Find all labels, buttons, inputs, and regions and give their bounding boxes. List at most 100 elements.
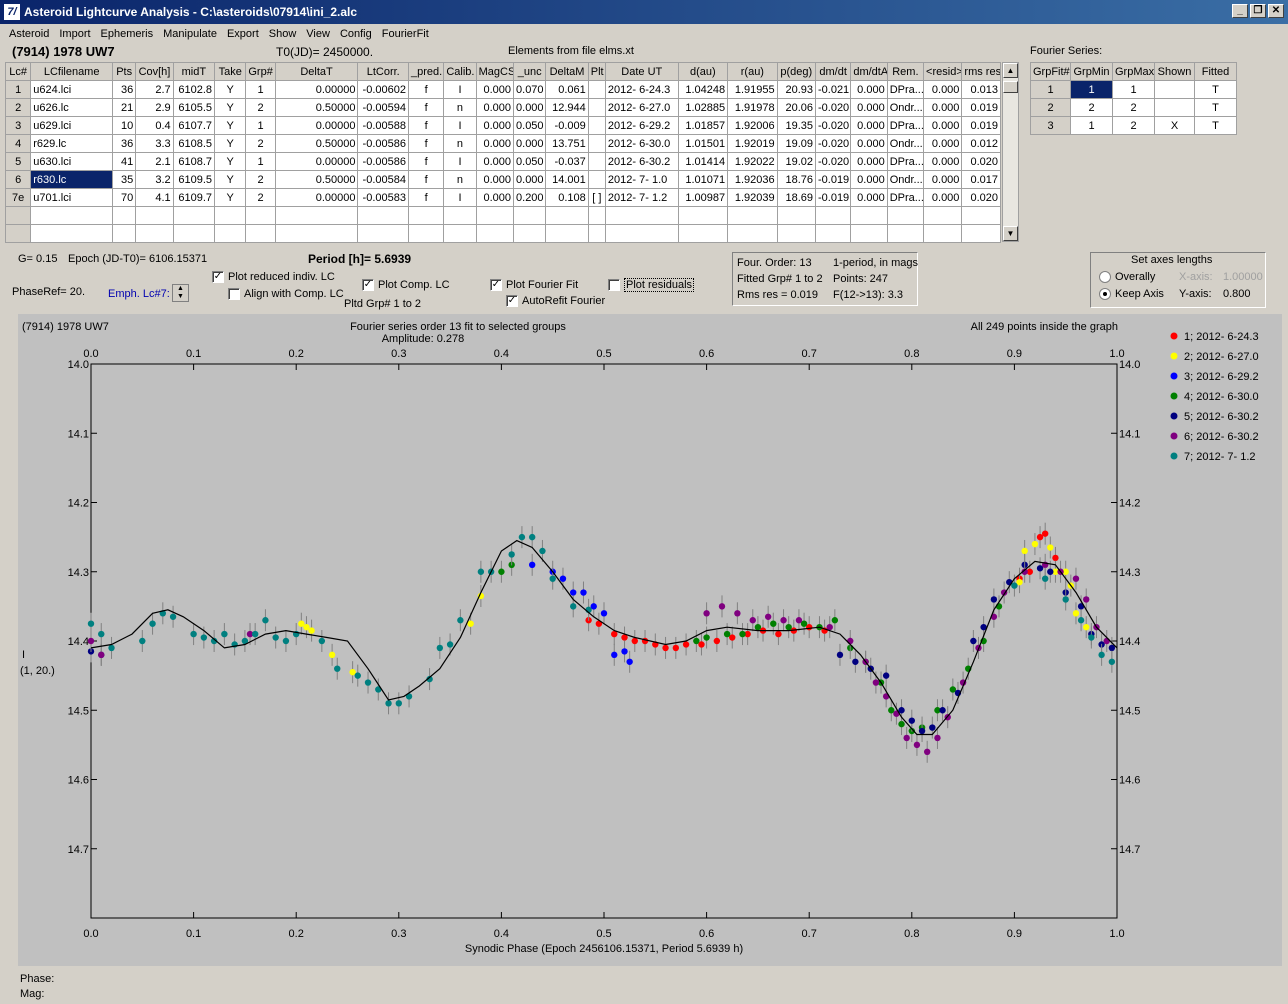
table-cell[interactable] — [677, 224, 729, 243]
table-cell[interactable]: 2012- 6-29.2 — [604, 116, 679, 135]
table-cell[interactable]: 6108.5 — [172, 134, 216, 153]
table-cell[interactable]: f — [407, 116, 445, 135]
table-cell[interactable] — [587, 134, 606, 153]
table-cell[interactable] — [245, 206, 276, 225]
table-cell[interactable] — [587, 206, 606, 225]
table-cell[interactable]: 6109.7 — [172, 188, 216, 207]
table-cell[interactable]: 0.013 — [961, 80, 1001, 99]
table-cell[interactable] — [4, 224, 32, 243]
close-icon[interactable]: ✕ — [1268, 4, 1284, 18]
table-cell[interactable]: 0.000 — [475, 152, 515, 171]
table-cell[interactable] — [604, 206, 679, 225]
table-cell[interactable]: f — [407, 80, 445, 99]
menu-view[interactable]: View — [301, 28, 335, 40]
fourier-cell[interactable]: T — [1194, 80, 1237, 99]
table-cell[interactable]: -0.00594 — [357, 98, 409, 117]
table-cell[interactable]: I — [443, 116, 477, 135]
table-cell[interactable]: 1 — [245, 116, 276, 135]
table-cell[interactable] — [604, 224, 679, 243]
plot-fourier-checkbox[interactable]: ✓ Plot Fourier Fit — [490, 279, 578, 292]
table-cell[interactable]: -0.021 — [814, 80, 852, 99]
table-cell[interactable] — [274, 206, 359, 225]
table-cell[interactable]: 41 — [112, 152, 137, 171]
table-cell[interactable]: 2.1 — [135, 152, 174, 171]
table-cell[interactable]: 0.000 — [923, 98, 963, 117]
table-cell[interactable] — [961, 224, 1001, 243]
column-header[interactable]: Grp# — [245, 62, 276, 81]
table-cell[interactable]: -0.020 — [814, 134, 852, 153]
plot-comp-checkbox[interactable]: ✓ Plot Comp. LC — [362, 279, 450, 292]
table-cell[interactable]: 20.06 — [776, 98, 816, 117]
table-cell[interactable]: 0.050 — [513, 152, 547, 171]
table-cell[interactable] — [923, 224, 963, 243]
table-cell[interactable] — [443, 206, 477, 225]
table-cell[interactable] — [587, 224, 606, 243]
table-cell[interactable]: Ondr... — [886, 170, 925, 189]
table-cell[interactable] — [850, 224, 888, 243]
table-cell[interactable]: -0.019 — [814, 170, 852, 189]
table-cell[interactable]: 1.00987 — [677, 188, 729, 207]
table-cell[interactable]: 1.92039 — [727, 188, 778, 207]
table-cell[interactable]: 2 — [245, 134, 276, 153]
y-axis-value[interactable]: 0.800 — [1223, 288, 1251, 300]
table-cell[interactable]: 0.000 — [850, 80, 888, 99]
table-cell[interactable]: 1.92022 — [727, 152, 778, 171]
table-cell[interactable]: [ ] — [587, 188, 606, 207]
table-cell[interactable]: 0.000 — [475, 80, 515, 99]
table-cell[interactable]: 20.93 — [776, 80, 816, 99]
column-header[interactable]: dm/dtA — [850, 62, 888, 81]
fourier-row[interactable]: 312XT — [1030, 116, 1237, 135]
table-cell[interactable]: 10 — [112, 116, 137, 135]
table-row[interactable]: 5 u630.lci 41 2.1 6108.7 Y 1 0.00000 -0.00586 f I 0… — [4, 152, 1001, 171]
table-cell[interactable]: -0.00602 — [357, 80, 409, 99]
table-cell[interactable]: 1.91955 — [727, 80, 778, 99]
column-header[interactable]: _unc — [513, 62, 547, 81]
table-cell[interactable] — [407, 206, 445, 225]
column-header[interactable]: DeltaM — [545, 62, 589, 81]
menu-show[interactable]: Show — [264, 28, 302, 40]
table-cell[interactable]: 0.000 — [513, 134, 547, 153]
table-cell[interactable]: f — [407, 134, 445, 153]
table-cell[interactable]: 0.000 — [513, 170, 547, 189]
overally-radio[interactable]: Overally — [1099, 271, 1155, 284]
table-cell[interactable]: -0.009 — [545, 116, 589, 135]
table-row[interactable]: 2 u626.lc 21 2.9 6105.5 Y 2 0.50000 -0.00594 f n 0.… — [4, 98, 1001, 117]
table-cell[interactable]: 70 — [112, 188, 137, 207]
table-cell[interactable] — [214, 206, 247, 225]
table-cell[interactable] — [677, 206, 729, 225]
column-header[interactable]: <resid> — [923, 62, 963, 81]
table-cell[interactable]: f — [407, 170, 445, 189]
table-cell[interactable]: 2012- 6-30.0 — [604, 134, 679, 153]
table-cell[interactable]: 0.000 — [923, 134, 963, 153]
table-cell[interactable]: 6108.7 — [172, 152, 216, 171]
table-cell[interactable]: Ondr... — [886, 134, 925, 153]
table-cell[interactable] — [274, 224, 359, 243]
column-header[interactable]: LCfilename — [30, 62, 114, 81]
table-cell[interactable]: 12.944 — [545, 98, 589, 117]
table-cell[interactable]: 2012- 7- 1.2 — [604, 188, 679, 207]
table-cell[interactable]: 2.7 — [135, 80, 174, 99]
table-cell[interactable]: u701.lci — [30, 188, 114, 207]
table-cell[interactable]: f — [407, 152, 445, 171]
table-cell[interactable]: 0.000 — [850, 152, 888, 171]
table-cell[interactable]: 0.000 — [850, 134, 888, 153]
menu-config[interactable]: Config — [335, 28, 377, 40]
table-cell[interactable]: f — [407, 98, 445, 117]
empty-row[interactable] — [4, 206, 1001, 225]
scroll-thumb[interactable] — [1003, 81, 1018, 93]
table-cell[interactable]: -0.00586 — [357, 152, 409, 171]
table-row[interactable]: 7e u701.lci 70 4.1 6109.7 Y 2 0.00000 -0.00583 f I… — [4, 188, 1001, 207]
table-scrollbar[interactable]: ▲ ▼ — [1002, 62, 1019, 242]
table-cell[interactable]: DPra... — [886, 80, 925, 99]
table-cell[interactable]: 6107.7 — [172, 116, 216, 135]
table-cell[interactable]: 6105.5 — [172, 98, 216, 117]
column-header[interactable]: d(au) — [677, 62, 729, 81]
table-cell[interactable]: 0.017 — [961, 170, 1001, 189]
table-cell[interactable]: 0.000 — [850, 116, 888, 135]
table-cell[interactable]: u629.lci — [30, 116, 114, 135]
table-cell[interactable]: 0.200 — [513, 188, 547, 207]
table-cell[interactable]: u630.lci — [30, 152, 114, 171]
autorefit-checkbox[interactable]: ✓ AutoRefit Fourier — [506, 295, 605, 308]
table-cell[interactable] — [587, 98, 606, 117]
table-cell[interactable]: Y — [214, 188, 247, 207]
